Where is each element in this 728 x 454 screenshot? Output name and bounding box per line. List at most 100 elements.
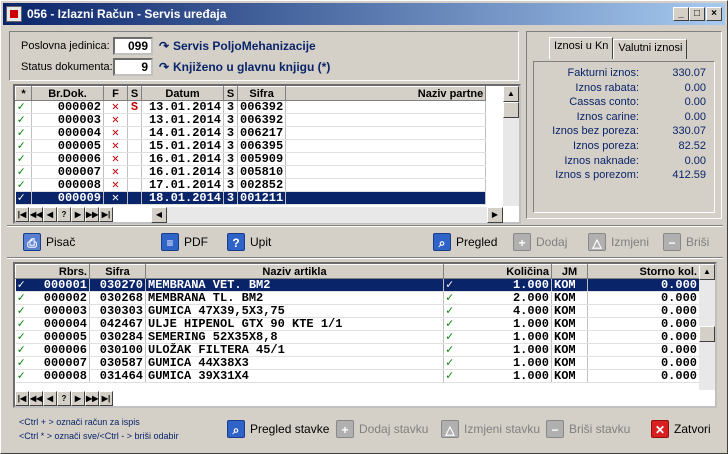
tab-iznosi-kn[interactable]: Iznosi u Kn — [549, 37, 614, 59]
item-rbr-cell: ✓ 000002 — [15, 291, 90, 305]
pdf-button[interactable]: ≡ PDF — [161, 231, 208, 253]
delete-button[interactable]: − Briši — [663, 231, 709, 253]
col-header[interactable]: Naziv artikla — [145, 264, 444, 279]
nav-button-icon[interactable]: ◀◀ — [29, 391, 43, 406]
edit-button[interactable]: △ Izmjeni — [588, 231, 649, 253]
close-x-icon: ✕ — [651, 420, 669, 438]
col-header[interactable]: JM — [551, 264, 588, 279]
item-naziv: ULOŽAK FILTERA 45/1 — [145, 343, 444, 357]
items-grid[interactable]: Rbrs. Sifra Naziv artikla Količina JM St… — [13, 262, 717, 408]
document-row[interactable]: ✓ 000005 ✕ 15.01.2014 3 006395 — [15, 139, 487, 153]
col-header[interactable]: Rbrs. — [15, 264, 90, 279]
item-rbr-cell: ✓ 000006 — [15, 343, 90, 357]
nav-button-icon[interactable]: ▶| — [99, 207, 113, 222]
scroll-thumb[interactable] — [699, 326, 715, 342]
item-kolicina: 2.000 — [512, 291, 549, 305]
item-row[interactable]: ✓ 000003 030303 GUMICA 47X39,5X3,75 ✓ 4.000 KO… — [15, 304, 700, 318]
col-header[interactable]: F — [103, 86, 128, 101]
scroll-up-icon[interactable]: ▲ — [503, 86, 519, 102]
nav-button-icon[interactable]: ? — [57, 391, 71, 406]
col-header[interactable]: S — [223, 86, 238, 101]
item-row[interactable]: ✓ 000006 030100 ULOŽAK FILTERA 45/1 ✓ 1.000 KO… — [15, 343, 700, 357]
divider — [7, 257, 723, 259]
nav-button-icon[interactable]: ▶▶ — [85, 391, 99, 406]
scroll-right-icon[interactable]: ▶ — [487, 207, 503, 223]
item-row[interactable]: ✓ 000008 031464 GUMICA 39X31X4 ✓ 1.000 KOM 0.00… — [15, 369, 700, 383]
item-row[interactable]: ✓ 000005 030284 SEMERING 52X35X8,8 ✓ 1.000 KOM… — [15, 330, 700, 344]
nav-button-icon[interactable]: ◀ — [43, 207, 57, 222]
delete-item-button[interactable]: − Briši stavku — [546, 418, 630, 440]
minimize-button[interactable]: _ — [673, 7, 689, 21]
edit-label: Izmjeni — [611, 235, 650, 249]
document-row[interactable]: ✓ 000008 ✕ 17.01.2014 3 002852 — [15, 178, 487, 192]
nav-button-icon[interactable]: ▶| — [99, 391, 113, 406]
print-button[interactable]: ⎙ Pisač — [23, 231, 75, 253]
item-row[interactable]: ✓ 000002 030268 MEMBRANA TL. BM2 ✓ 2.000 KOM 0.… — [15, 291, 700, 305]
title-bar[interactable]: 056 - Izlazni Račun - Servis uređaja _ □… — [3, 3, 725, 25]
tab-valutni-iznosi[interactable]: Valutni iznosi — [613, 39, 688, 59]
add-item-button[interactable]: + Dodaj stavku — [336, 418, 428, 440]
document-row[interactable]: ✓ 000007 ✕ 16.01.2014 3 005810 — [15, 165, 487, 179]
scroll-up-icon[interactable]: ▲ — [699, 264, 715, 280]
item-sifra: 031464 — [89, 369, 146, 383]
item-kol-cell: ✓ 1.000 — [443, 356, 552, 370]
add-button[interactable]: + Dodaj — [513, 231, 567, 253]
document-row[interactable]: ✓ 000006 ✕ 16.01.2014 3 005909 — [15, 152, 487, 166]
preview-button[interactable]: ⌕ Pregled — [433, 231, 497, 253]
edit-item-button[interactable]: △ Izmjeni stavku — [441, 418, 540, 440]
item-row[interactable]: ✓ 000007 030587 GUMICA 44X38X3 ✓ 1.000 KOM 0.00… — [15, 356, 700, 370]
documents-grid[interactable]: * Br.Dok. F S Datum S Sifra Naziv partne… — [13, 84, 521, 224]
document-row[interactable]: ✓ 000003 ✕ 13.01.2014 3 006392 — [15, 113, 487, 127]
item-kol-check-icon: ✓ — [446, 278, 454, 292]
documents-vscroll[interactable]: ▲ — [503, 86, 519, 206]
document-row[interactable]: ✓ 000004 ✕ 14.01.2014 3 006217 — [15, 126, 487, 140]
documents-table: * Br.Dok. F S Datum S Sifra Naziv partne… — [15, 86, 487, 205]
item-row[interactable]: ✓ 000004 042467 ULJE HIPENOL GTX 90 KTE 1/1… — [15, 317, 700, 331]
item-row[interactable]: ✓ 000001 030270 MEMBRANA VET. BM2 ✓ 1.000 KOM 0… — [15, 278, 700, 292]
poslovna-input[interactable]: 099 — [113, 37, 153, 55]
item-kolicina: 1.000 — [512, 369, 549, 383]
preview-item-button[interactable]: ⌕ Pregled stavke — [227, 418, 329, 440]
close-button[interactable]: ✕ Zatvori — [651, 418, 711, 440]
nav-button-icon[interactable]: ? — [57, 207, 71, 222]
document-number: 000005 — [31, 139, 104, 153]
col-header[interactable]: * — [15, 86, 32, 101]
scroll-thumb[interactable] — [503, 102, 519, 118]
document-partner — [285, 126, 487, 140]
lookup-arrow-icon[interactable]: ↷ — [159, 61, 171, 73]
col-header[interactable]: Datum — [141, 86, 224, 101]
documents-hscroll[interactable]: ◀ ▶ — [151, 207, 503, 223]
nav-button-icon[interactable]: |◀ — [15, 391, 29, 406]
items-header-row: Rbrs. Sifra Naziv artikla Količina JM St… — [15, 264, 700, 279]
document-row[interactable]: ✓ 000002 ✕ S 13.01.2014 3 006392 — [15, 100, 487, 114]
col-header[interactable]: Sifra — [236, 86, 287, 101]
nav-button-icon[interactable]: ◀ — [43, 391, 57, 406]
close-window-button[interactable]: × — [706, 7, 722, 21]
document-s-flag — [127, 126, 142, 140]
col-header[interactable]: Količina — [443, 264, 552, 279]
col-header[interactable]: S — [127, 86, 142, 101]
query-button[interactable]: ? Upit — [227, 231, 271, 253]
status-input[interactable]: 9 — [113, 58, 153, 76]
document-sifra: 006392 — [237, 100, 287, 114]
nav-button-icon[interactable]: ▶ — [71, 207, 85, 222]
item-kol-check-icon: ✓ — [446, 343, 454, 357]
item-sifra: 030284 — [89, 330, 146, 344]
summary-value: 0.00 — [684, 81, 706, 94]
nav-button-icon[interactable]: ◀◀ — [29, 207, 43, 222]
col-header[interactable]: Sifra — [89, 264, 146, 279]
maximize-button[interactable]: □ — [689, 7, 705, 21]
items-vscroll[interactable]: ▲ — [699, 264, 715, 390]
item-storno: 0.000 — [587, 330, 700, 344]
nav-button-icon[interactable]: ▶ — [71, 391, 85, 406]
nav-button-icon[interactable]: ▶▶ — [85, 207, 99, 222]
document-row[interactable]: ✓ 000009 ✕ 18.01.2014 3 001211 — [15, 191, 487, 205]
scroll-left-icon[interactable]: ◀ — [151, 207, 167, 223]
document-sifra: 001211 — [237, 191, 287, 205]
nav-button-icon[interactable]: |◀ — [15, 207, 29, 222]
lookup-arrow-icon[interactable]: ↷ — [159, 40, 171, 52]
col-header[interactable]: Naziv partne — [285, 86, 487, 101]
col-header[interactable]: Br.Dok. — [31, 86, 104, 101]
col-header[interactable]: Storno kol. — [587, 264, 700, 279]
document-sifra: 005810 — [237, 165, 287, 179]
